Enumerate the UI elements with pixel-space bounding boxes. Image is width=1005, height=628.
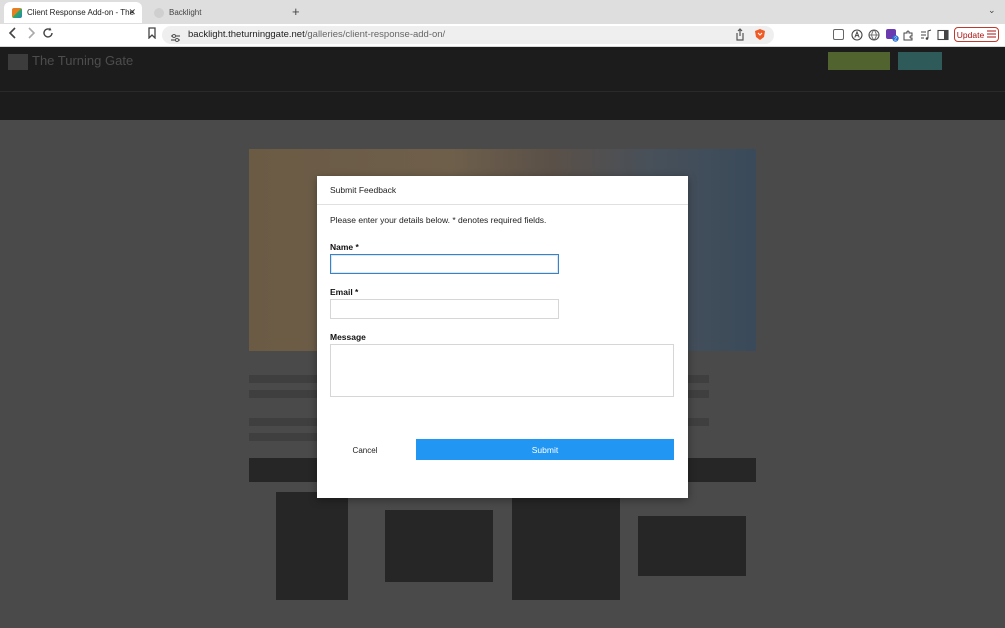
menu-icon[interactable] <box>987 29 997 40</box>
site-title[interactable]: The Turning Gate <box>32 53 133 68</box>
tab-client-response[interactable]: Client Response Add-on - The ✕ <box>4 2 142 23</box>
reload-icon[interactable] <box>42 27 54 42</box>
brave-shield-icon[interactable] <box>754 28 766 46</box>
bookmark-icon[interactable] <box>147 27 157 42</box>
modal-intro-text: Please enter your details below. * denot… <box>330 215 547 225</box>
tab-close-icon[interactable]: ✕ <box>128 7 136 18</box>
extension-blank-icon[interactable] <box>833 29 844 40</box>
update-label: Update <box>956 29 985 40</box>
tab-menu-icon[interactable]: ⌄ <box>988 5 996 16</box>
extension-a-icon[interactable] <box>851 28 863 46</box>
header-divider <box>0 91 1005 92</box>
extension-badge-icon[interactable]: 2 <box>885 28 899 47</box>
update-button[interactable]: Update <box>954 27 999 42</box>
modal-divider <box>317 204 688 205</box>
modal-title: Submit Feedback <box>330 185 397 195</box>
intro-paragraph-line <box>249 433 319 441</box>
gallery-thumbnail[interactable] <box>638 516 746 576</box>
back-icon[interactable] <box>8 27 18 42</box>
svg-text:2: 2 <box>894 36 897 42</box>
backlight-favicon-icon <box>154 7 164 18</box>
gallery-thumbnail[interactable] <box>276 492 348 600</box>
email-field[interactable] <box>330 299 559 319</box>
tab-title: Backlight <box>169 8 202 17</box>
message-field[interactable] <box>330 344 674 397</box>
sidebar-icon[interactable] <box>937 28 949 46</box>
gallery-thumbnail[interactable] <box>512 492 620 600</box>
tab-title: Client Response Add-on - The <box>27 8 135 17</box>
gallery-thumbnail[interactable] <box>385 510 493 582</box>
tab-backlight[interactable]: Backlight <box>146 2 282 23</box>
url-text[interactable]: backlight.theturninggate.net/galleries/c… <box>188 29 445 40</box>
name-field[interactable] <box>330 254 559 274</box>
site-secondary-button[interactable] <box>898 52 942 70</box>
email-label: Email * <box>330 287 359 297</box>
url-domain: backlight.theturninggate.net <box>188 29 305 40</box>
forward-icon[interactable] <box>26 27 36 42</box>
site-logo-icon[interactable] <box>8 54 28 70</box>
extension-globe-icon[interactable] <box>868 28 880 46</box>
share-icon[interactable] <box>735 28 745 46</box>
message-label: Message <box>330 332 366 342</box>
media-icon[interactable] <box>920 28 932 46</box>
submit-button[interactable]: Submit <box>416 439 674 460</box>
extensions-icon[interactable] <box>902 28 914 46</box>
name-label: Name * <box>330 242 359 252</box>
site-cta-button[interactable] <box>828 52 890 70</box>
turning-gate-favicon-icon <box>12 7 22 18</box>
url-path: /galleries/client-response-add-on/ <box>304 29 446 40</box>
new-tab-icon[interactable]: + <box>292 4 300 19</box>
cancel-button[interactable]: Cancel <box>338 440 392 460</box>
site-info-icon[interactable] <box>170 30 181 48</box>
